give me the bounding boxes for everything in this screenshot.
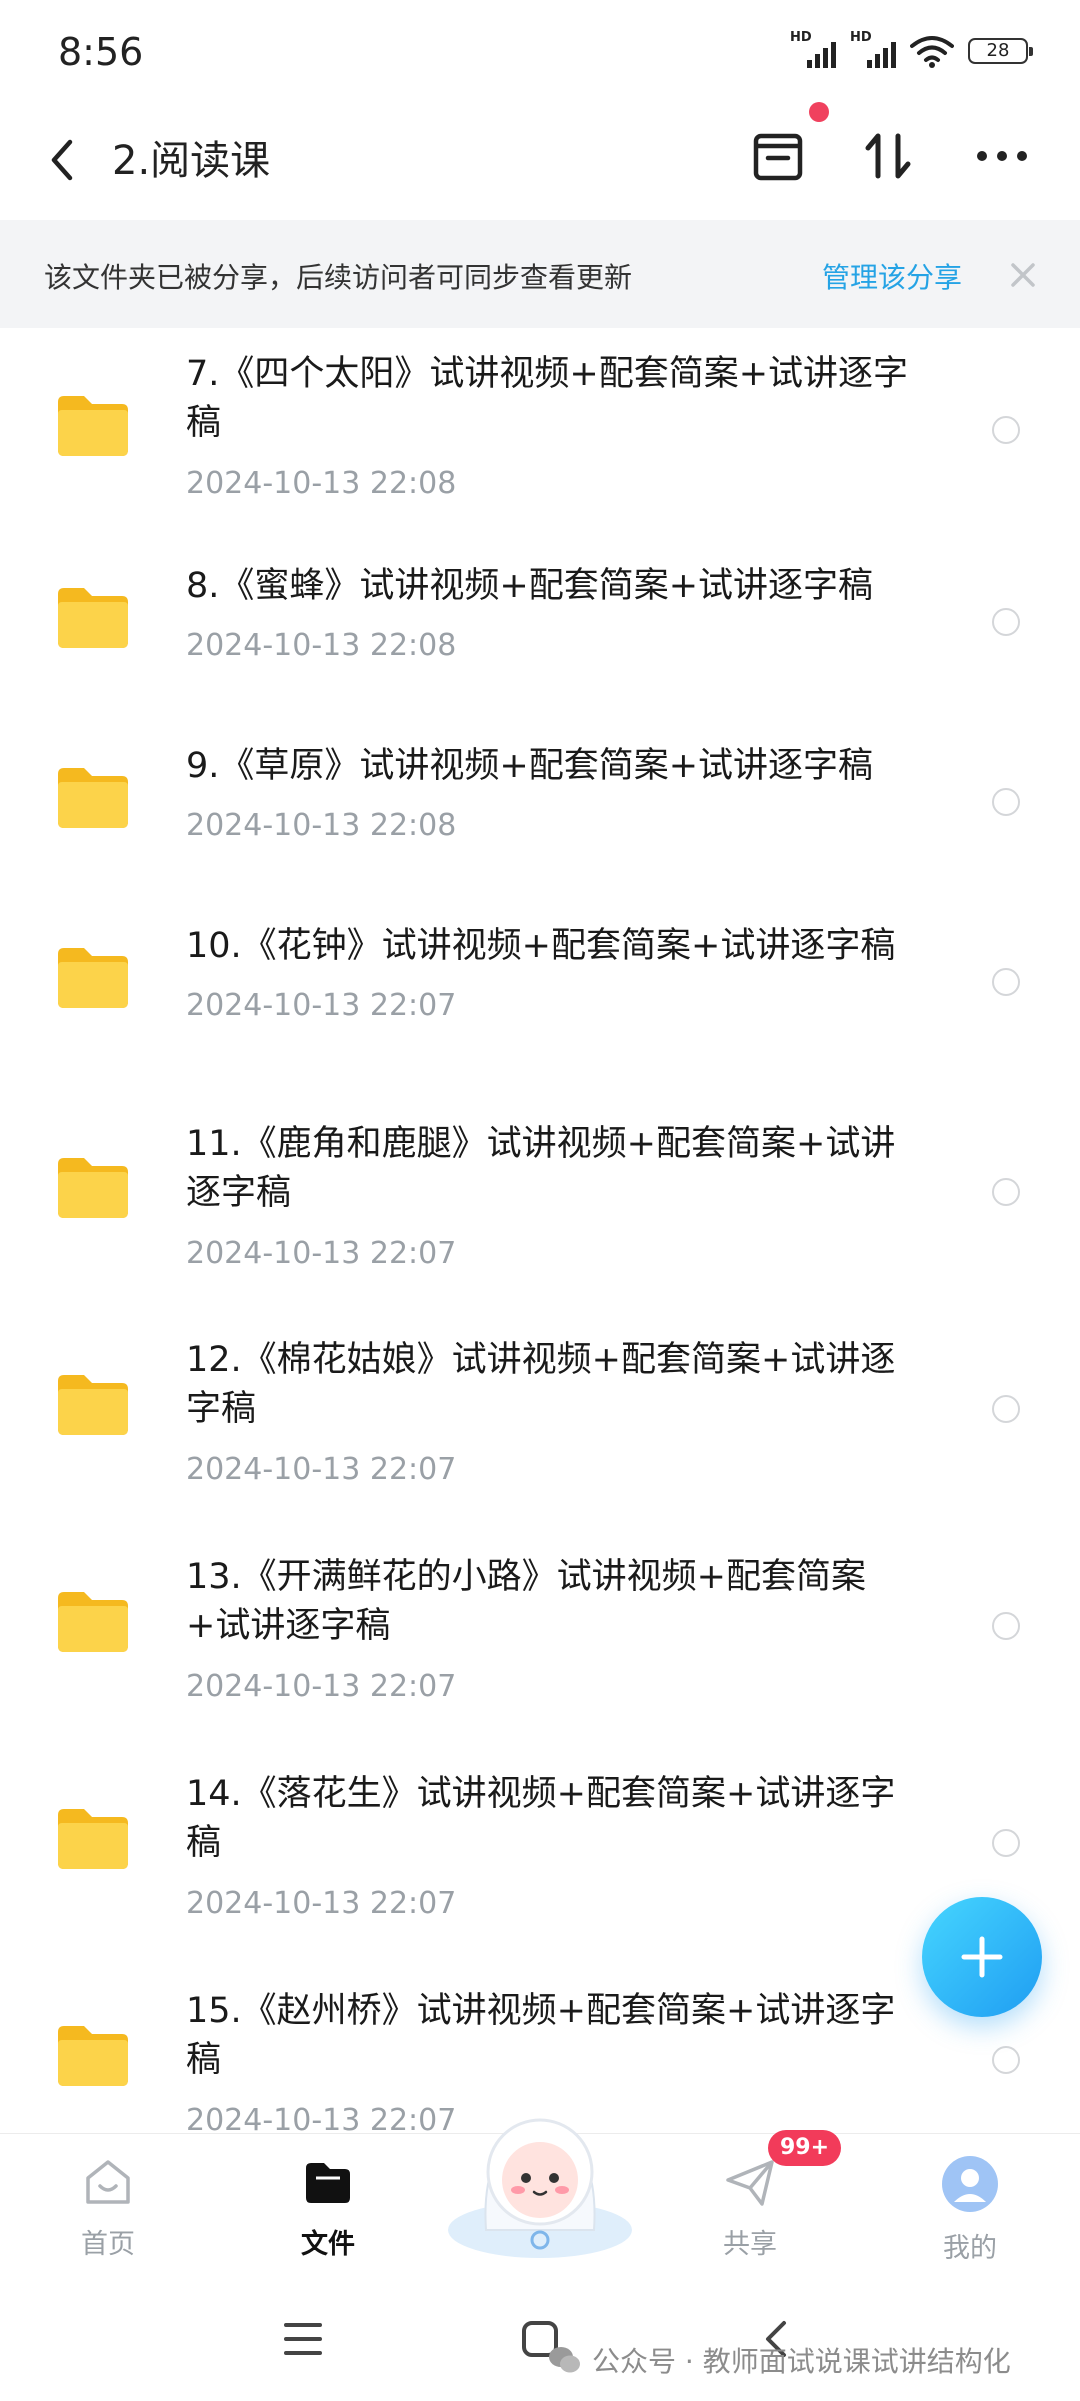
file-name: 12.《棉花姑娘》试讲视频+配套简案+试讲逐 字稿 bbox=[186, 1340, 896, 1429]
folder-icon bbox=[58, 2026, 128, 2086]
list-item[interactable]: 11.《鹿角和鹿腿》试讲视频+配套简案+试讲 逐字稿 2024-10-13 22:… bbox=[0, 1078, 1080, 1295]
list-item[interactable]: 14.《落花生》试讲视频+配套简案+试讲逐字稿 2024-10-13 22:07 bbox=[0, 1729, 1080, 1946]
file-name: 15.《赵州桥》试讲视频+配套简案+试讲逐字稿 bbox=[186, 1991, 896, 2080]
file-date: 2024-10-13 22:08 bbox=[186, 808, 457, 843]
file-name: 14.《落花生》试讲视频+配套简案+试讲逐字稿 bbox=[186, 1774, 896, 1863]
sort-icon[interactable] bbox=[856, 124, 920, 188]
mascot-icon[interactable] bbox=[440, 2080, 640, 2260]
folder-icon bbox=[58, 1375, 128, 1435]
nav-profile[interactable]: 我的 bbox=[890, 2154, 1050, 2265]
folder-icon bbox=[58, 948, 128, 1008]
list-item[interactable]: 13.《开满鲜花的小路》试讲视频+配套简案 +试讲逐字稿 2024-10-13 2… bbox=[0, 1512, 1080, 1729]
folder-icon bbox=[58, 1809, 128, 1869]
file-list: 7.《四个太阳》试讲视频+配套简案+试讲逐字稿 2024-10-13 22:08… bbox=[0, 328, 1080, 2133]
list-item[interactable]: 8.《蜜蜂》试讲视频+配套简案+试讲逐字稿 2024-10-13 22:08 bbox=[0, 538, 1080, 718]
share-banner: 该文件夹已被分享，后续访问者可同步查看更新 管理该分享 bbox=[0, 220, 1080, 328]
select-checkbox[interactable] bbox=[992, 788, 1020, 816]
folder-icon bbox=[58, 396, 128, 456]
select-checkbox[interactable] bbox=[992, 416, 1020, 444]
status-bar: 8:56 HD HD 28 bbox=[0, 0, 1080, 100]
signal-2-icon: HD bbox=[850, 30, 896, 68]
file-date: 2024-10-13 22:07 bbox=[186, 988, 457, 1023]
more-icon[interactable] bbox=[970, 124, 1034, 188]
wifi-icon bbox=[910, 36, 954, 68]
home-icon bbox=[86, 2160, 130, 2204]
select-checkbox[interactable] bbox=[992, 2046, 1020, 2074]
page-title: 2.阅读课 bbox=[112, 138, 271, 184]
file-name: 8.《蜜蜂》试讲视频+配套简案+试讲逐字稿 bbox=[186, 566, 874, 606]
send-icon bbox=[726, 2160, 774, 2206]
list-item[interactable]: 9.《草原》试讲视频+配套简案+试讲逐字稿 2024-10-13 22:08 bbox=[0, 718, 1080, 898]
status-time: 8:56 bbox=[58, 30, 144, 74]
nav-share[interactable]: 共享 bbox=[670, 2154, 830, 2261]
file-name: 13.《开满鲜花的小路》试讲视频+配套简案 +试讲逐字稿 bbox=[186, 1557, 866, 1646]
menu-icon[interactable] bbox=[282, 2319, 324, 2359]
list-item[interactable]: 7.《四个太阳》试讲视频+配套简案+试讲逐字稿 2024-10-13 22:08 bbox=[0, 328, 1080, 538]
signal-1-icon: HD bbox=[790, 30, 836, 68]
file-name: 9.《草原》试讲视频+配套简案+试讲逐字稿 bbox=[186, 746, 874, 786]
manage-share-link[interactable]: 管理该分享 bbox=[822, 256, 962, 296]
nav-home[interactable]: 首页 bbox=[28, 2154, 188, 2261]
select-checkbox[interactable] bbox=[992, 1612, 1020, 1640]
status-icons: HD HD 28 bbox=[790, 30, 1033, 68]
file-date: 2024-10-13 22:07 bbox=[186, 1669, 457, 1704]
file-date: 2024-10-13 22:07 bbox=[186, 1452, 457, 1487]
folder-icon bbox=[58, 768, 128, 828]
file-date: 2024-10-13 22:07 bbox=[186, 1886, 457, 1921]
archive-icon[interactable] bbox=[746, 124, 810, 188]
add-button[interactable] bbox=[922, 1897, 1042, 2017]
file-date: 2024-10-13 22:08 bbox=[186, 466, 457, 501]
nav-files[interactable]: 文件 bbox=[248, 2154, 408, 2261]
list-item[interactable]: 12.《棉花姑娘》试讲视频+配套简案+试讲逐 字稿 2024-10-13 22:0… bbox=[0, 1295, 1080, 1512]
folder-icon bbox=[58, 1592, 128, 1652]
file-name: 10.《花钟》试讲视频+配套简案+试讲逐字稿 bbox=[186, 926, 896, 966]
watermark: 公众号 · 教师面试说课试讲结构化 bbox=[548, 2340, 1011, 2380]
folder-icon bbox=[58, 588, 128, 648]
file-name: 7.《四个太阳》试讲视频+配套简案+试讲逐字稿 bbox=[186, 354, 909, 443]
select-checkbox[interactable] bbox=[992, 968, 1020, 996]
file-date: 2024-10-13 22:07 bbox=[186, 2103, 457, 2133]
close-icon[interactable] bbox=[1008, 260, 1038, 290]
chevron-left-icon[interactable] bbox=[44, 132, 80, 188]
select-checkbox[interactable] bbox=[992, 1829, 1020, 1857]
wechat-icon bbox=[549, 2347, 580, 2373]
file-date: 2024-10-13 22:07 bbox=[186, 1236, 457, 1271]
select-checkbox[interactable] bbox=[992, 1178, 1020, 1206]
select-checkbox[interactable] bbox=[992, 608, 1020, 636]
select-checkbox[interactable] bbox=[992, 1395, 1020, 1423]
battery-icon: 28 bbox=[968, 38, 1033, 64]
avatar-icon bbox=[942, 2156, 998, 2212]
header: 2.阅读课 bbox=[0, 100, 1080, 218]
plus-icon bbox=[961, 1936, 1003, 1978]
notification-badge: 99+ bbox=[768, 2130, 842, 2166]
file-name: 11.《鹿角和鹿腿》试讲视频+配套简案+试讲 逐字稿 bbox=[186, 1124, 896, 1213]
folder-icon bbox=[58, 1158, 128, 1218]
share-banner-text: 该文件夹已被分享，后续访问者可同步查看更新 bbox=[44, 261, 633, 294]
list-item[interactable]: 10.《花钟》试讲视频+配套简案+试讲逐字稿 2024-10-13 22:07 bbox=[0, 898, 1080, 1078]
file-date: 2024-10-13 22:08 bbox=[186, 628, 457, 663]
folder-icon bbox=[306, 2163, 350, 2203]
notification-dot bbox=[809, 102, 829, 122]
